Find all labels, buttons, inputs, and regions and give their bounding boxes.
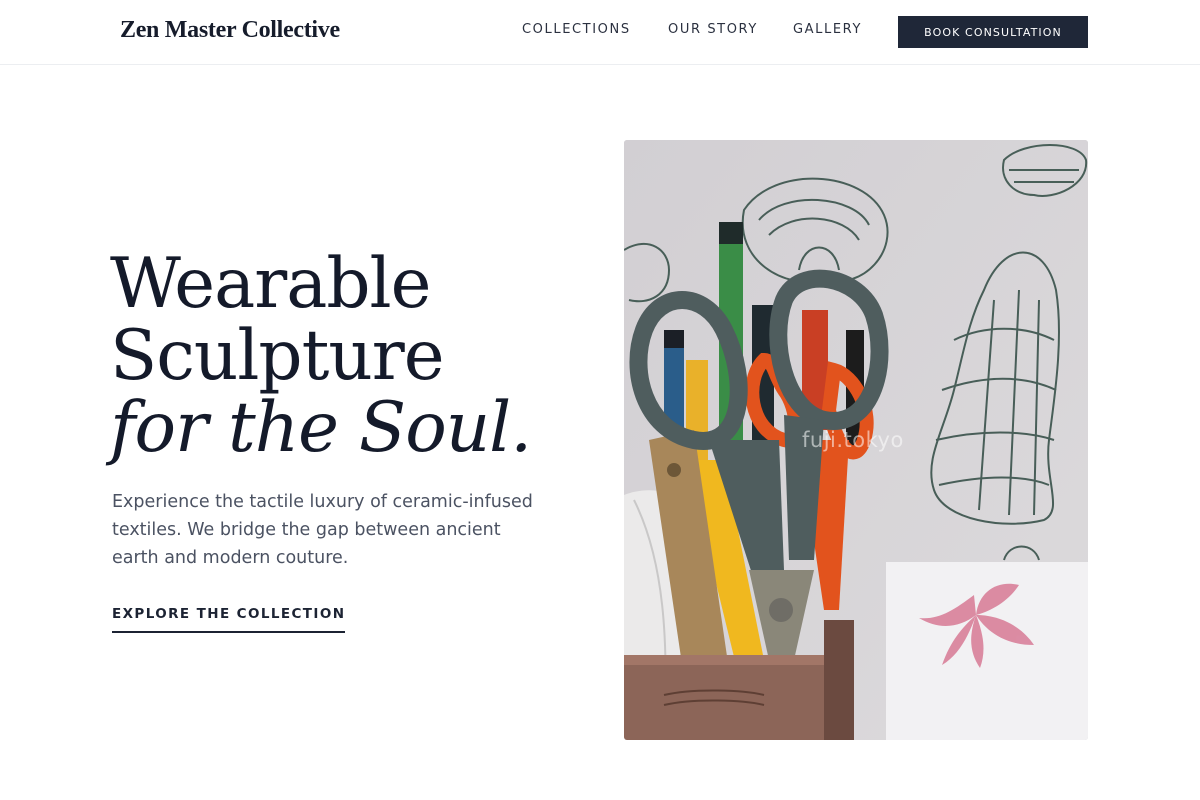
nav-link-collections[interactable]: COLLECTIONS xyxy=(522,22,631,37)
hero-title-line-2: Sculpture xyxy=(110,316,445,396)
nav-link-our-story[interactable]: OUR STORY xyxy=(668,22,758,37)
hero-image: fuji.tokyo xyxy=(624,140,1088,740)
brand-logo[interactable]: Zen Master Collective xyxy=(120,17,340,44)
book-consultation-button[interactable]: BOOK CONSULTATION xyxy=(898,16,1088,48)
hero-description: Experience the tactile luxury of ceramic… xyxy=(112,492,533,568)
nav-link-gallery[interactable]: GALLERY xyxy=(793,22,862,37)
site-header: Zen Master Collective COLLECTIONS OUR ST… xyxy=(0,0,1200,65)
hero-title-line-3: for the Soul. xyxy=(110,388,532,468)
hero-title: Wearable Sculpture for the Soul. xyxy=(110,248,590,464)
image-watermark: fuji.tokyo xyxy=(802,428,904,452)
hero-title-line-1: Wearable xyxy=(110,244,431,324)
explore-collection-link[interactable]: EXPLORE THE COLLECTION xyxy=(112,606,346,633)
